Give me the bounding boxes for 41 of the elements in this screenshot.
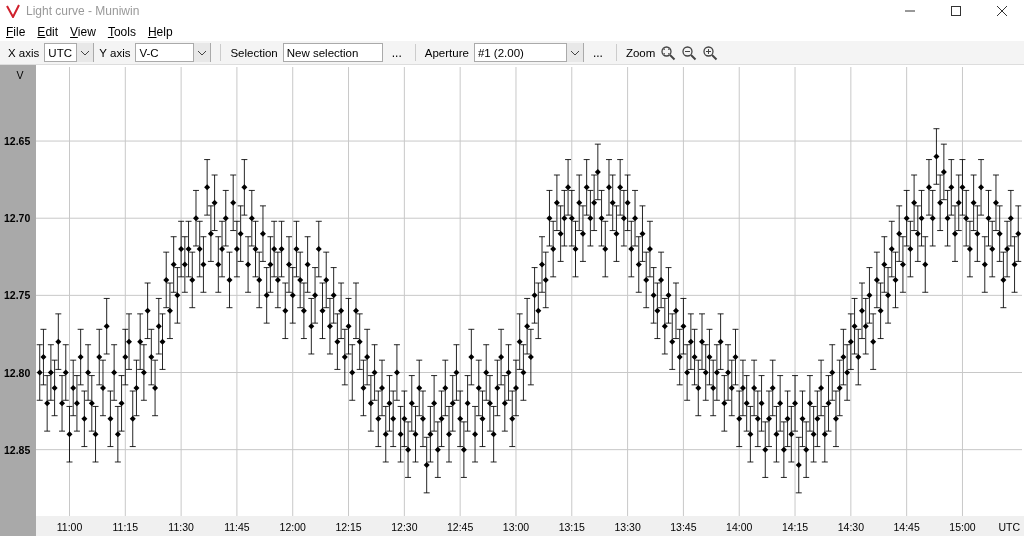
menu-item[interactable]: Tools — [107, 24, 136, 39]
aperture-more-button[interactable]: ... — [588, 45, 607, 60]
x-tick-label: 12:00 — [279, 521, 306, 533]
y-axis-label: Y axis — [99, 46, 131, 59]
x-tick-label: 13:45 — [670, 521, 697, 533]
x-axis-dropdown[interactable]: UTC — [44, 43, 95, 62]
y-tick-label: 12.65 — [4, 135, 31, 148]
x-tick-label: 11:15 — [112, 521, 139, 533]
aperture-dropdown[interactable]: #1 (2.00) — [473, 43, 584, 62]
x-tick-label: 12:30 — [391, 521, 418, 533]
x-tick-label: 11:00 — [56, 521, 83, 533]
y-tick-label: 12.80 — [4, 366, 31, 379]
x-tick-label: 15:00 — [949, 521, 976, 533]
menu-item[interactable]: View — [70, 24, 96, 39]
x-tick-label: 14:30 — [837, 521, 864, 533]
y-tick-label: 12.70 — [4, 212, 31, 225]
x-tick-label: 13:30 — [614, 521, 641, 533]
x-tick-label: 11:45 — [224, 521, 250, 533]
x-tick-label: 13:00 — [502, 521, 530, 533]
x-tick-label: 12:15 — [335, 521, 362, 533]
menu-item[interactable]: File — [6, 24, 26, 39]
y-axis-dropdown[interactable]: V-C — [135, 43, 212, 62]
x-tick-label: 14:45 — [893, 521, 920, 533]
zoom-label: Zoom — [625, 46, 656, 59]
menu-item[interactable]: Edit — [37, 24, 59, 39]
x-tick-label: 14:00 — [726, 521, 753, 533]
x-tick-label: 11:30 — [168, 521, 194, 533]
window-title: Light curve - Muniwin — [26, 4, 140, 18]
x-axis-label: X axis — [8, 46, 40, 59]
menu-item[interactable]: Help — [147, 24, 173, 39]
y-tick-label: 12.75 — [4, 289, 31, 302]
selection-label: Selection — [230, 46, 278, 59]
x-tick-label: 12:45 — [447, 521, 474, 533]
x-tick-label: 14:15 — [781, 521, 809, 533]
selection-field[interactable]: New selection — [282, 43, 383, 62]
y-tick-label: 12.85 — [4, 443, 31, 456]
aperture-label: Aperture — [424, 46, 469, 59]
x-tick-label: 13:15 — [558, 521, 585, 533]
selection-more-button[interactable]: ... — [387, 45, 406, 60]
y-axis-title: V — [16, 69, 24, 81]
x-axis-title: UTC — [998, 521, 1020, 533]
